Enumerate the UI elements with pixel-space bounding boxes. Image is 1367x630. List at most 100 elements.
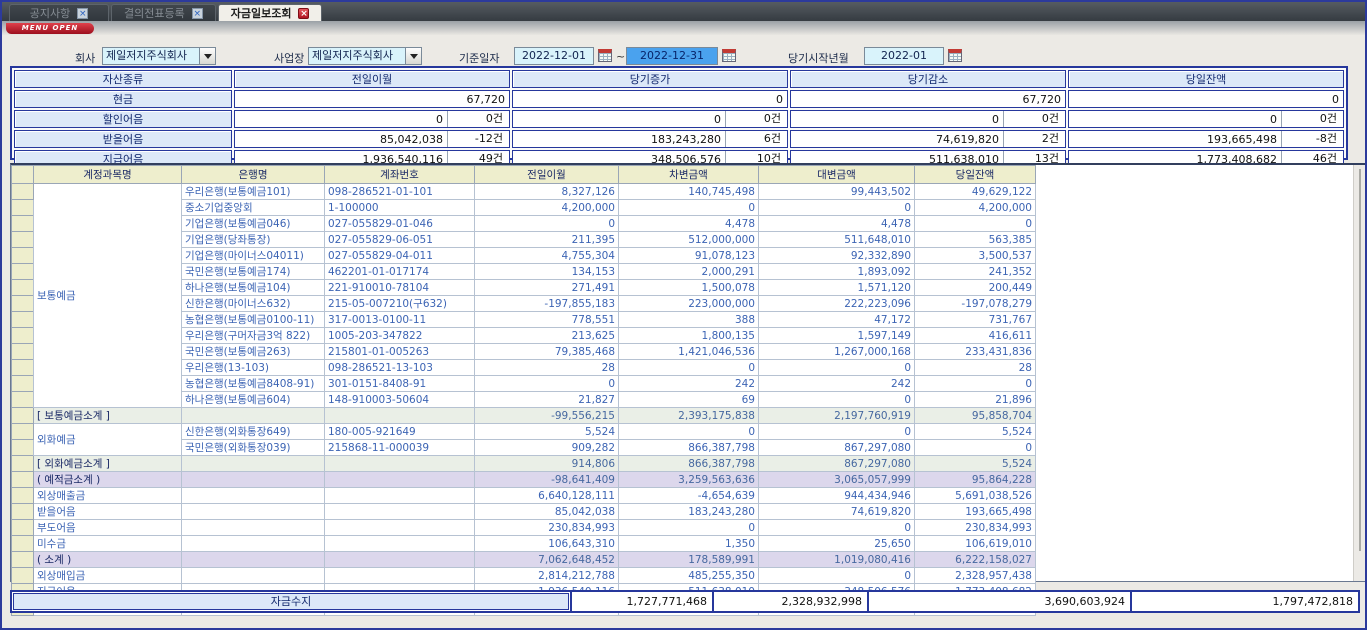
tab-close-icon[interactable]: ×: [192, 8, 203, 19]
row-marker[interactable]: [12, 424, 34, 440]
bank-name: 우리은행(보통예금101): [182, 184, 325, 200]
bank-name: [182, 520, 325, 536]
row-marker[interactable]: [12, 184, 34, 200]
row-marker[interactable]: [12, 456, 34, 472]
detail-row[interactable]: [ 외화예금소계 ]914,806866,387,798867,297,0805…: [12, 456, 1036, 472]
calendar-icon[interactable]: [722, 49, 736, 62]
account-number: [325, 504, 475, 520]
row-marker[interactable]: [12, 536, 34, 552]
amount-cell: 1,019,080,416: [759, 552, 915, 568]
amount-cell: 2,814,212,788: [475, 568, 619, 584]
row-marker[interactable]: [12, 248, 34, 264]
detail-header-cell: 당일잔액: [915, 166, 1036, 184]
account-number: 027-055829-04-011: [325, 248, 475, 264]
amount-cell: 0: [915, 216, 1036, 232]
tab-close-icon[interactable]: ×: [77, 8, 88, 19]
detail-row[interactable]: ( 소계 )7,062,648,452178,589,9911,019,080,…: [12, 552, 1036, 568]
chevron-down-icon[interactable]: [199, 48, 215, 64]
detail-row[interactable]: 미수금106,643,3101,35025,650106,619,010: [12, 536, 1036, 552]
summary-cell: 00건: [234, 110, 510, 128]
amount-cell: 233,431,836: [915, 344, 1036, 360]
detail-row[interactable]: 보통예금우리은행(보통예금101)098-286521-01-1018,327,…: [12, 184, 1036, 200]
amount-cell: 5,691,038,526: [915, 488, 1036, 504]
row-marker[interactable]: [12, 328, 34, 344]
row-marker[interactable]: [12, 472, 34, 488]
summary-cell: 00건: [512, 110, 788, 128]
detail-header-cell: 계정과목명: [34, 166, 182, 184]
amount-cell: 0: [759, 360, 915, 376]
amount-cell: 7,062,648,452: [475, 552, 619, 568]
detail-row[interactable]: 외화예금신한은행(외화통장649)180-005-9216495,524005,…: [12, 424, 1036, 440]
amount-cell: -197,855,183: [475, 296, 619, 312]
account-number: [325, 456, 475, 472]
detail-row[interactable]: 부도어음230,834,99300230,834,993: [12, 520, 1036, 536]
row-marker[interactable]: [12, 344, 34, 360]
amount-cell: 866,387,798: [619, 440, 759, 456]
row-marker[interactable]: [12, 488, 34, 504]
summary-cell: 193,665,498-8건: [1068, 130, 1344, 148]
row-marker[interactable]: [12, 568, 34, 584]
row-marker[interactable]: [12, 216, 34, 232]
calendar-icon[interactable]: [598, 49, 612, 62]
row-marker[interactable]: [12, 312, 34, 328]
summary-row[interactable]: 할인어음00건00건00건00건: [14, 110, 1344, 128]
chevron-down-icon[interactable]: [405, 48, 421, 64]
row-marker[interactable]: [12, 280, 34, 296]
account-number: [325, 408, 475, 424]
tab-3[interactable]: 자금일보조회×: [218, 4, 323, 21]
amount-cell: 0: [619, 424, 759, 440]
amount-cell: 140,745,498: [619, 184, 759, 200]
summary-row[interactable]: 현금67,720067,7200: [14, 90, 1344, 108]
row-marker[interactable]: [12, 376, 34, 392]
account-number: [325, 472, 475, 488]
amount-cell: 2,393,175,838: [619, 408, 759, 424]
row-marker[interactable]: [12, 552, 34, 568]
calendar-icon[interactable]: [948, 49, 962, 62]
detail-row[interactable]: 외상매출금6,640,128,111-4,654,639944,434,9465…: [12, 488, 1036, 504]
row-marker[interactable]: [12, 408, 34, 424]
row-marker[interactable]: [12, 440, 34, 456]
summary-count: 0건: [447, 111, 509, 127]
detail-row[interactable]: ( 예적금소계 )-98,641,4093,259,563,6363,065,0…: [12, 472, 1036, 488]
base-date-label: 기준일자: [459, 50, 499, 64]
site-value: 제일저지주식회사: [309, 48, 405, 64]
row-marker[interactable]: [12, 360, 34, 376]
row-marker[interactable]: [12, 200, 34, 216]
summary-amount: 0: [791, 113, 1003, 126]
summary-row[interactable]: 받을어음85,042,038-12건183,243,2806건74,619,82…: [14, 130, 1344, 148]
amount-cell: 909,282: [475, 440, 619, 456]
summary-count: 0건: [1281, 111, 1343, 127]
tab-1[interactable]: 공지사항×: [9, 4, 109, 21]
row-marker[interactable]: [12, 264, 34, 280]
detail-row[interactable]: [ 보통예금소계 ]-99,556,2152,393,175,8382,197,…: [12, 408, 1036, 424]
period-start-input[interactable]: 2022-01: [864, 47, 944, 65]
row-marker[interactable]: [12, 520, 34, 536]
amount-cell: 4,200,000: [475, 200, 619, 216]
row-marker[interactable]: [12, 232, 34, 248]
detail-row[interactable]: 외상매입금2,814,212,788485,255,35002,328,957,…: [12, 568, 1036, 584]
bank-name: [182, 568, 325, 584]
detail-row[interactable]: 받을어음85,042,038183,243,28074,619,820193,6…: [12, 504, 1036, 520]
vertical-scrollbar[interactable]: [1353, 165, 1365, 581]
amount-cell: 1,500,078: [619, 280, 759, 296]
summary-cell: 85,042,038-12건: [234, 130, 510, 148]
amount-cell: 21,896: [915, 392, 1036, 408]
menu-open-button[interactable]: MENU OPEN: [6, 23, 94, 34]
amount-cell: 47,172: [759, 312, 915, 328]
amount-cell: 95,864,228: [915, 472, 1036, 488]
summary-cell: 0: [512, 90, 788, 108]
date-to-input[interactable]: 2022-12-31: [626, 47, 718, 65]
tab-close-icon[interactable]: ×: [298, 8, 309, 19]
tab-2[interactable]: 결의전표등록×: [111, 4, 216, 21]
detail-header-cell: [12, 166, 34, 184]
amount-cell: 0: [475, 216, 619, 232]
row-marker[interactable]: [12, 504, 34, 520]
site-select[interactable]: 제일저지주식회사: [308, 47, 422, 65]
row-marker[interactable]: [12, 296, 34, 312]
account-group-label: 보통예금: [34, 184, 182, 408]
row-label: [ 외화예금소계 ]: [34, 456, 182, 472]
date-from-input[interactable]: 2022-12-01: [514, 47, 594, 65]
row-marker[interactable]: [12, 392, 34, 408]
company-select[interactable]: 제일저지주식회사: [102, 47, 216, 65]
summary-amount: 0: [513, 113, 725, 126]
